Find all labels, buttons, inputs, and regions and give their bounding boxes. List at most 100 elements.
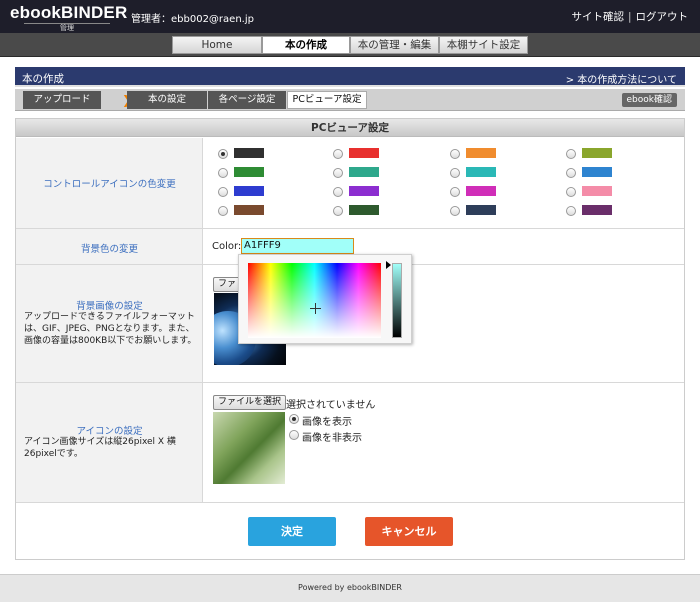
color-radio[interactable]	[218, 149, 228, 159]
color-swatch	[582, 167, 612, 177]
color-radio[interactable]	[566, 168, 576, 178]
color-radio[interactable]	[333, 168, 343, 178]
icon-color-options	[204, 138, 684, 228]
icon-color-label-cell: コントロールアイコンの色変更	[16, 138, 203, 228]
color-swatch	[234, 167, 264, 177]
color-radio[interactable]	[566, 187, 576, 197]
radio-hide-image[interactable]	[289, 430, 299, 440]
header-links: サイト確認 | ログアウト	[571, 9, 688, 24]
color-option[interactable]	[566, 148, 626, 160]
logo-subtitle: 管理	[24, 23, 110, 32]
icon-setting-value-cell: ファイルを選択 選択されていません 画像を表示 画像を非表示	[204, 383, 684, 502]
color-swatch	[466, 148, 496, 158]
top-header: ebookBINDER 管理 管理者：ebb002@raen.jp サイト確認 |…	[0, 0, 700, 33]
option-show-image-label: 画像を表示	[302, 417, 352, 428]
color-option[interactable]	[566, 167, 626, 179]
nav-tab-shelf-settings[interactable]: 本棚サイト設定	[439, 36, 528, 54]
color-option[interactable]	[450, 186, 510, 198]
how-to-link[interactable]: > 本の作成方法について	[566, 71, 677, 86]
step-book-settings[interactable]: 本の設定	[127, 91, 207, 109]
color-swatch	[349, 205, 379, 215]
nav-tab-home[interactable]: Home	[172, 36, 262, 54]
icon-setting-title: アイコンの設定	[76, 426, 143, 437]
step-bar: アップロード ❯ 本の設定 各ページ設定 PCビューア設定 ebook確認	[15, 89, 685, 111]
bg-image-description: アップロードできるファイルフォーマットは、GIF、JPEG、PNGとなります。ま…	[24, 312, 197, 346]
color-option[interactable]	[333, 167, 393, 179]
color-radio[interactable]	[218, 168, 228, 178]
color-radio[interactable]	[450, 187, 460, 197]
color-field-label: Color:	[212, 241, 242, 252]
color-option[interactable]	[218, 148, 278, 160]
icon-file-button[interactable]: ファイルを選択	[213, 395, 287, 410]
color-option[interactable]	[218, 205, 278, 217]
icon-setting-row: アイコンの設定 アイコン画像サイズは縦26pixel X 横26pixelです。…	[16, 383, 684, 503]
color-radio[interactable]	[566, 149, 576, 159]
color-swatch	[466, 167, 496, 177]
icon-setting-label-cell: アイコンの設定 アイコン画像サイズは縦26pixel X 横26pixelです。	[16, 383, 203, 502]
nav-tab-create-book[interactable]: 本の作成	[262, 36, 350, 54]
bg-image-label-cell: 背景画像の設定 アップロードできるファイルフォーマットは、GIF、JPEG、PN…	[16, 265, 203, 382]
icon-color-row: コントロールアイコンの色変更	[16, 138, 684, 229]
color-option[interactable]	[566, 205, 626, 217]
step-upload[interactable]: アップロード	[23, 91, 101, 109]
section-header: 本の作成 > 本の作成方法について	[15, 67, 685, 87]
ebook-check-button[interactable]: ebook確認	[621, 93, 677, 107]
admin-account-label: 管理者：ebb002@raen.jp	[131, 14, 254, 25]
color-radio[interactable]	[566, 206, 576, 216]
nav-tab-manage-books[interactable]: 本の管理・編集	[350, 36, 439, 54]
color-option[interactable]	[218, 167, 278, 179]
ok-button[interactable]: 決定	[248, 517, 336, 546]
color-swatch	[582, 186, 612, 196]
color-radio[interactable]	[450, 206, 460, 216]
color-radio[interactable]	[218, 187, 228, 197]
logout-link[interactable]: ログアウト	[636, 11, 689, 23]
color-radio[interactable]	[218, 206, 228, 216]
bg-color-label-cell: 背景色の変更	[16, 229, 203, 264]
brightness-slider[interactable]	[392, 263, 402, 338]
color-radio[interactable]	[450, 149, 460, 159]
main-nav: Home 本の作成 本の管理・編集 本棚サイト設定	[0, 33, 700, 57]
color-picker-popup	[238, 254, 412, 344]
color-radio[interactable]	[333, 149, 343, 159]
file-status-text: 選択されていません	[286, 400, 376, 411]
color-radio[interactable]	[333, 206, 343, 216]
color-option[interactable]	[566, 186, 626, 198]
bg-image-title: 背景画像の設定	[76, 301, 143, 312]
color-swatch	[466, 186, 496, 196]
icon-color-label: コントロールアイコンの色変更	[43, 179, 176, 190]
logo-text: ebookBINDER	[10, 3, 128, 22]
color-swatch	[349, 186, 379, 196]
color-swatch	[234, 186, 264, 196]
color-swatch	[349, 148, 379, 158]
page-title: 本の作成	[22, 73, 64, 85]
color-swatch	[234, 148, 264, 158]
color-option[interactable]	[450, 148, 510, 160]
color-option[interactable]	[218, 186, 278, 198]
color-radio[interactable]	[450, 168, 460, 178]
color-swatch	[582, 205, 612, 215]
radio-show-image[interactable]	[289, 414, 299, 424]
bg-color-label: 背景色の変更	[80, 244, 138, 255]
color-option[interactable]	[333, 148, 393, 160]
app-logo[interactable]: ebookBINDER 管理	[10, 3, 128, 33]
panel-title: PCビューア設定	[16, 119, 684, 137]
color-picker-field[interactable]	[248, 263, 381, 338]
cancel-button[interactable]: キャンセル	[365, 517, 453, 546]
footer: Powered by ebookBINDER	[0, 574, 700, 602]
slider-pointer-icon[interactable]	[386, 261, 391, 269]
color-option[interactable]	[333, 186, 393, 198]
separator: |	[627, 11, 632, 23]
crosshair-icon[interactable]	[310, 303, 321, 314]
step-page-settings[interactable]: 各ページ設定	[208, 91, 286, 109]
step-pc-viewer-settings[interactable]: PCビューア設定	[287, 91, 367, 109]
color-radio[interactable]	[333, 187, 343, 197]
color-swatch	[349, 167, 379, 177]
color-option[interactable]	[450, 167, 510, 179]
color-option[interactable]	[333, 205, 393, 217]
bg-color-input[interactable]: A1FFF9	[241, 238, 354, 254]
color-swatch	[466, 205, 496, 215]
color-option[interactable]	[450, 205, 510, 217]
site-check-link[interactable]: サイト確認	[571, 11, 624, 23]
color-swatch	[234, 205, 264, 215]
icon-setting-description: アイコン画像サイズは縦26pixel X 横26pixelです。	[24, 437, 176, 459]
